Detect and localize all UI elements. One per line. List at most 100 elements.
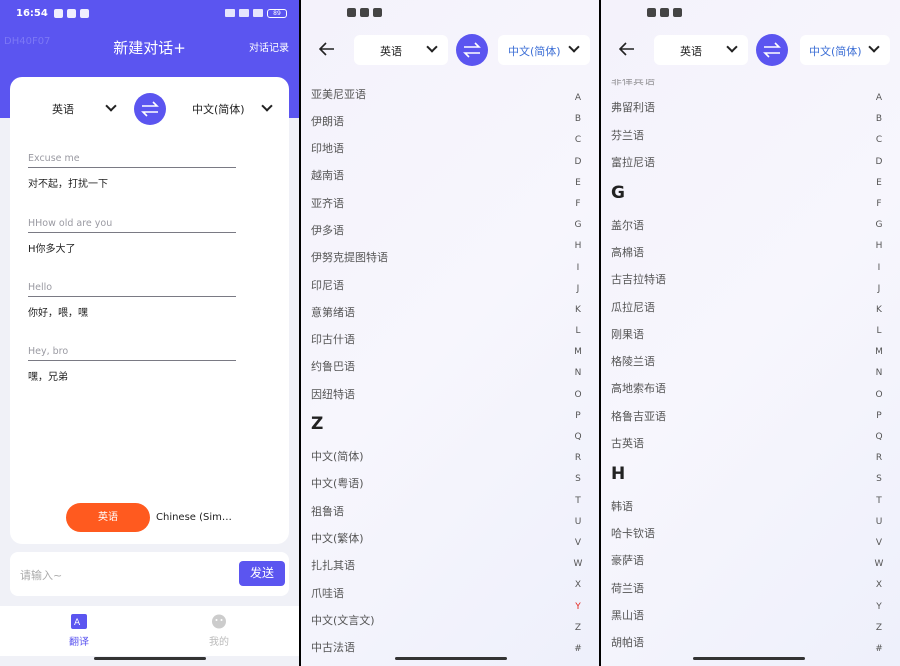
index-letter[interactable]: O — [572, 390, 584, 411]
index-letter[interactable]: L — [572, 326, 584, 347]
language-item[interactable]: 印尼语 — [311, 277, 344, 293]
language-item[interactable]: 中文(粤语) — [311, 475, 364, 491]
target-language-selector[interactable]: 中文(简体) — [800, 35, 890, 65]
language-item[interactable]: 古吉拉特语 — [611, 271, 666, 287]
language-item[interactable]: 胡帕语 — [611, 634, 644, 650]
index-letter[interactable]: # — [572, 644, 584, 665]
language-item[interactable]: 爪哇语 — [311, 585, 344, 601]
index-letter[interactable]: B — [572, 114, 584, 135]
language-item[interactable]: 菲律宾语 — [611, 79, 655, 88]
swap-languages-button[interactable] — [134, 93, 166, 125]
index-letter[interactable]: X — [572, 580, 584, 601]
index-letter[interactable]: H — [572, 241, 584, 262]
language-item[interactable]: 豪萨语 — [611, 552, 644, 568]
send-button[interactable]: 发送 — [239, 561, 285, 586]
language-item[interactable]: 伊朗语 — [311, 113, 344, 129]
alphabet-index[interactable]: A B C D E F G H I J K L M N O P Q R S T U V W X Y Z # — [873, 93, 885, 665]
language-item[interactable]: 刚果语 — [611, 326, 644, 342]
index-letter[interactable]: O — [873, 390, 885, 411]
language-item[interactable]: 中文(文言文) — [311, 612, 375, 628]
index-letter[interactable]: U — [873, 517, 885, 538]
index-letter[interactable]: G — [873, 220, 885, 241]
index-letter[interactable]: C — [873, 135, 885, 156]
language-item[interactable]: 古英语 — [611, 435, 644, 451]
index-letter[interactable]: D — [873, 157, 885, 178]
index-letter[interactable]: U — [572, 517, 584, 538]
index-letter[interactable]: Q — [873, 432, 885, 453]
language-item[interactable]: 高地索布语 — [611, 380, 666, 396]
language-item[interactable]: 印地语 — [311, 140, 344, 156]
language-item[interactable]: 伊努克提图特语 — [311, 249, 388, 265]
index-letter[interactable]: M — [572, 347, 584, 368]
language-item[interactable]: 盖尔语 — [611, 217, 644, 233]
source-language[interactable]: 英语 — [52, 101, 74, 117]
index-letter[interactable]: R — [873, 453, 885, 474]
language-item[interactable]: 弗留利语 — [611, 99, 655, 115]
index-letter[interactable]: E — [572, 178, 584, 199]
index-letter[interactable]: # — [873, 644, 885, 665]
source-language-selector[interactable]: 英语 — [654, 35, 748, 65]
language-item[interactable]: 中古法语 — [311, 639, 355, 655]
index-letter[interactable]: E — [873, 178, 885, 199]
language-item[interactable]: 约鲁巴语 — [311, 358, 355, 374]
index-letter[interactable]: W — [873, 559, 885, 580]
index-letter[interactable]: H — [873, 241, 885, 262]
index-letter[interactable]: V — [572, 538, 584, 559]
language-item[interactable]: 哈卡钦语 — [611, 525, 655, 541]
swap-languages-button[interactable] — [756, 34, 788, 66]
language-item[interactable]: 瓜拉尼语 — [611, 299, 655, 315]
chevron-down-icon[interactable] — [105, 100, 117, 112]
index-letter[interactable]: I — [572, 263, 584, 284]
language-item[interactable]: 高棉语 — [611, 244, 644, 260]
index-letter[interactable]: S — [572, 474, 584, 495]
target-language-selector[interactable]: 中文(简体) — [498, 35, 590, 65]
index-letter[interactable]: F — [572, 199, 584, 220]
target-language[interactable]: 中文(简体) — [192, 101, 245, 117]
index-letter[interactable]: C — [572, 135, 584, 156]
language-item[interactable]: 格鲁吉亚语 — [611, 408, 666, 424]
index-letter[interactable]: P — [572, 411, 584, 432]
index-letter[interactable]: K — [873, 305, 885, 326]
back-arrow-icon[interactable] — [619, 42, 635, 56]
index-letter[interactable]: Y — [572, 602, 584, 623]
speak-chinese-button[interactable]: Chinese (Sim… — [156, 512, 232, 523]
index-letter[interactable]: V — [873, 538, 885, 559]
tab-profile[interactable]: 我的 — [189, 614, 249, 648]
chevron-down-icon[interactable] — [261, 100, 273, 112]
tab-translate[interactable]: A 翻译 — [49, 614, 109, 648]
index-letter[interactable]: M — [873, 347, 885, 368]
language-item[interactable]: 因纽特语 — [311, 386, 355, 402]
source-language-selector[interactable]: 英语 — [354, 35, 448, 65]
index-letter[interactable]: B — [873, 114, 885, 135]
language-item[interactable]: 富拉尼语 — [611, 154, 655, 170]
swap-languages-button[interactable] — [456, 34, 488, 66]
language-item[interactable]: 中文(繁体) — [311, 530, 364, 546]
language-item[interactable]: 亚美尼亚语 — [311, 86, 366, 102]
language-item[interactable]: 芬兰语 — [611, 127, 644, 143]
index-letter[interactable]: N — [873, 368, 885, 389]
conversation-history-link[interactable]: 对话记录 — [249, 39, 289, 54]
language-item[interactable]: 黑山语 — [611, 607, 644, 623]
language-item[interactable]: 越南语 — [311, 167, 344, 183]
index-letter[interactable]: L — [873, 326, 885, 347]
index-letter[interactable]: Q — [572, 432, 584, 453]
language-item[interactable]: 荷兰语 — [611, 580, 644, 596]
language-item[interactable]: 韩语 — [611, 498, 633, 514]
index-letter[interactable]: K — [572, 305, 584, 326]
index-letter[interactable]: W — [572, 559, 584, 580]
language-item[interactable]: 格陵兰语 — [611, 353, 655, 369]
language-item[interactable]: 印古什语 — [311, 331, 355, 347]
language-item[interactable]: 祖鲁语 — [311, 503, 344, 519]
index-letter[interactable]: G — [572, 220, 584, 241]
message-input[interactable]: 请输入~ — [20, 567, 62, 583]
index-letter[interactable]: X — [873, 580, 885, 601]
index-letter[interactable]: R — [572, 453, 584, 474]
alphabet-index[interactable]: A B C D E F G H I J K L M N O P Q R S T U V W X Y Z # — [572, 93, 584, 665]
index-letter[interactable]: T — [873, 496, 885, 517]
index-letter[interactable]: S — [873, 474, 885, 495]
language-item[interactable]: 中文(简体) — [311, 448, 364, 464]
index-letter[interactable]: A — [873, 93, 885, 114]
language-item[interactable]: 扎扎其语 — [311, 557, 355, 573]
language-item[interactable]: 意第绪语 — [311, 304, 355, 320]
language-item[interactable]: 亚齐语 — [311, 195, 344, 211]
